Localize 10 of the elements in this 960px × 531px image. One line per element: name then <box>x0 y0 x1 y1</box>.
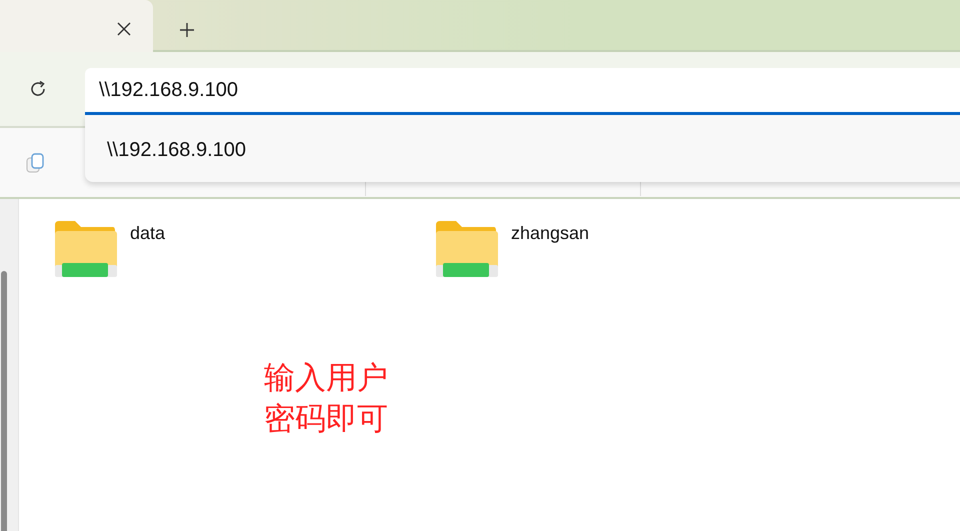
close-icon[interactable] <box>117 22 131 36</box>
suggestion-item[interactable]: \\192.168.9.100 <box>85 115 960 162</box>
new-tab-icon[interactable] <box>179 22 195 38</box>
annotation-text: 输入用户密码即可 <box>264 359 389 439</box>
network-folder-icon[interactable] <box>434 219 498 279</box>
folder-name[interactable]: data <box>130 223 166 244</box>
address-field[interactable]: \\192.168.9.100 <box>85 68 960 115</box>
scrollbar[interactable] <box>1 271 7 531</box>
network-folder-icon[interactable] <box>53 219 117 279</box>
folder-name[interactable]: zhangsan <box>511 223 590 244</box>
